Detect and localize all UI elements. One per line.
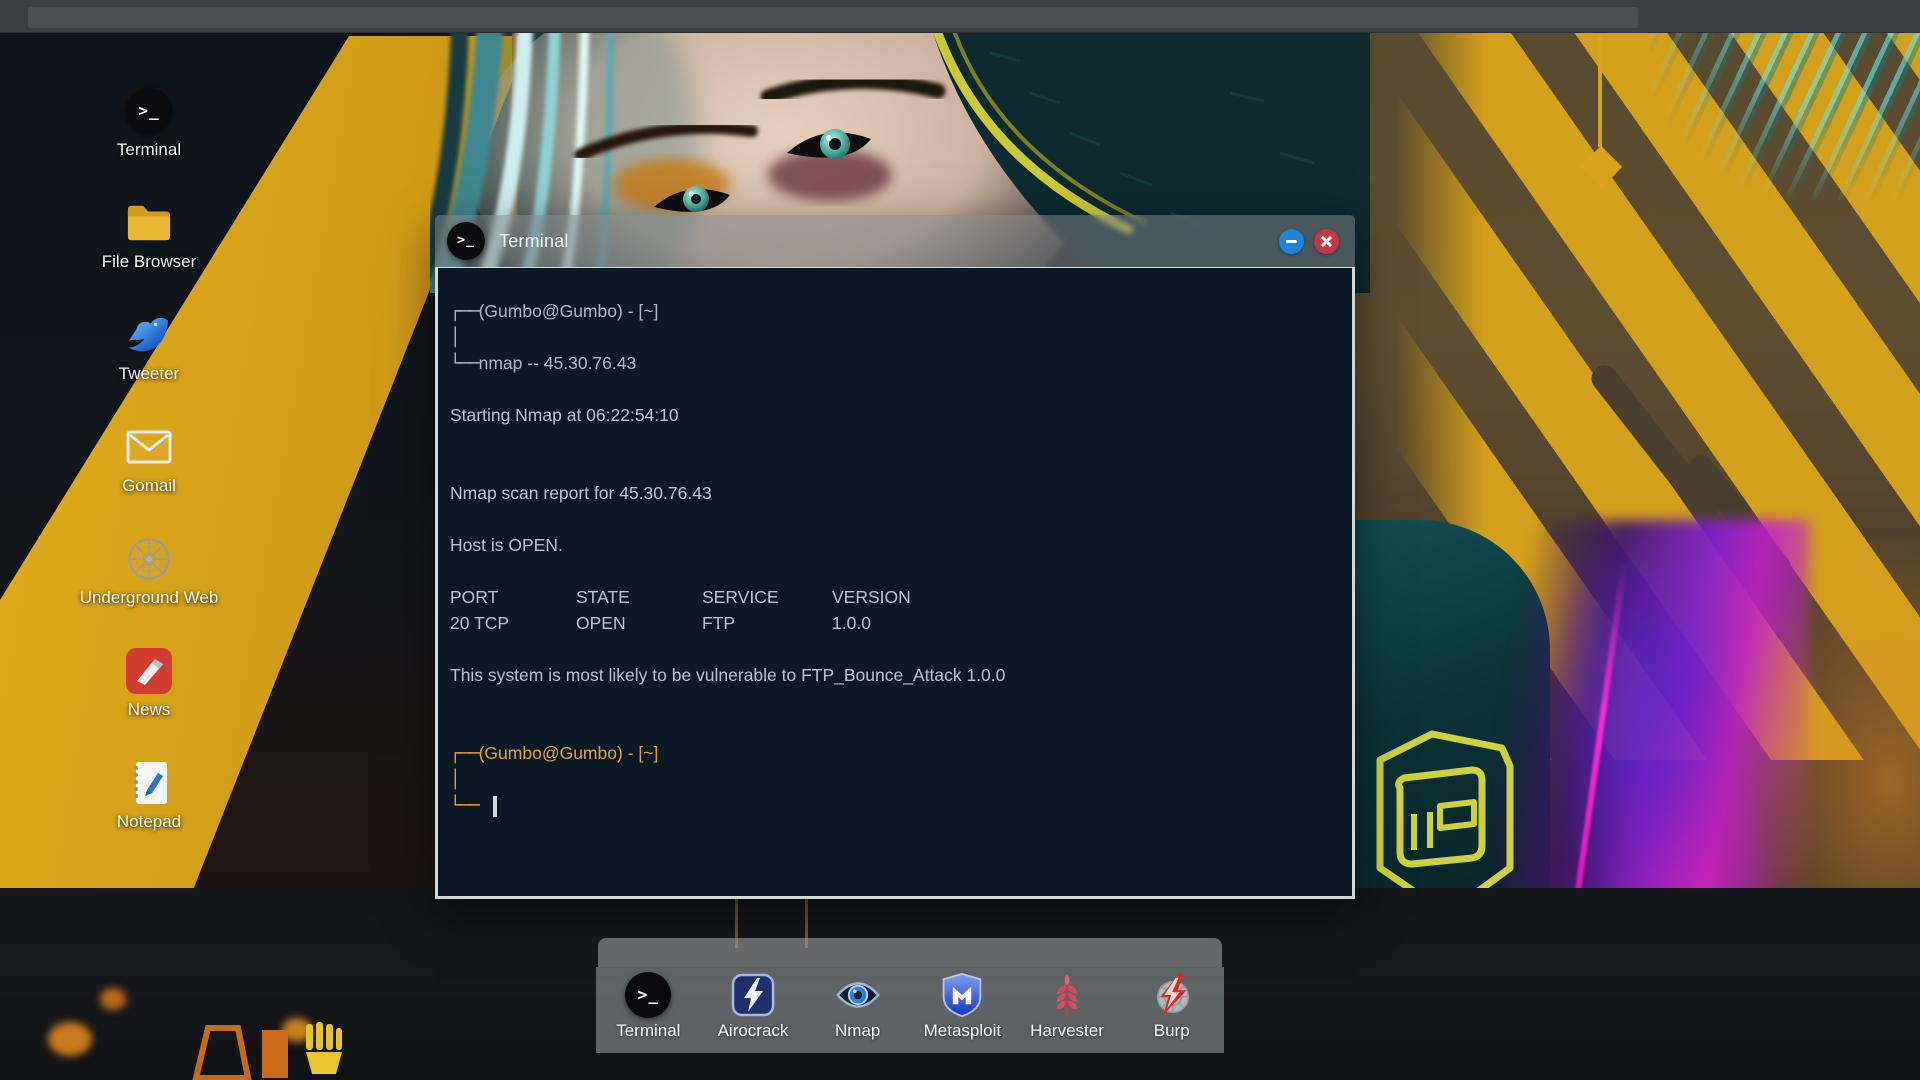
desktop-icon-label: Underground Web [79,588,219,607]
minimize-button[interactable] [1279,228,1304,254]
dock-item-label: Airocrack [717,1021,789,1040]
desktop-icon-column: >_ Terminal File Browser Tweeter Gomail Under… [74,88,224,832]
wallpaper-orange-dot [100,988,126,1010]
close-icon [1321,235,1332,247]
terminal-prompt-line: │ [450,324,1332,350]
close-button[interactable] [1314,228,1339,254]
prompt-box-glyph: ┌── [450,744,480,764]
dock-item-nmap[interactable]: Nmap [805,967,910,1041]
dock-item-label: Metasploit [923,1021,1002,1040]
terminal-table-row: PORT STATE SERVICE VERSION [450,584,1332,610]
desktop-icon-underground-web[interactable]: Underground Web [74,536,224,608]
dock-item-metasploit[interactable]: Metasploit [910,967,1015,1041]
dock-item-harvester[interactable]: Harvester [1015,967,1120,1041]
terminal-prompt-line: │ [450,766,1332,792]
wallpaper-panel-glyphs [192,1022,342,1080]
terminal-table-cell: SERVICE [702,587,779,607]
web-icon [126,536,172,582]
metasploit-icon [939,972,985,1018]
dock-panel: >_ Terminal Airocrack Nmap Metasploit Harvest… [596,967,1224,1053]
terminal-prompt-line: ┌──(Gumbo@Gumbo) - [~] [450,301,659,322]
folder-icon [126,200,172,246]
terminal-prompt-line: └── [450,792,1332,818]
desktop-icon-label: Terminal [116,140,182,159]
desktop-icon-label: Gomail [122,476,176,495]
dock-item-label: Nmap [835,1021,881,1040]
terminal-table-cell: 1.0.0 [832,613,871,633]
dock-item-burp[interactable]: Burp [1119,967,1224,1041]
top-taskbar-inset [28,7,1638,28]
minimize-icon [1286,239,1297,243]
dock-item-airocrack[interactable]: Airocrack [701,967,806,1041]
terminal-table-cell: OPEN [576,613,626,633]
prompt-box-glyph: └── [450,354,480,374]
prompt-box-glyph: │ [450,328,461,348]
terminal-table-cell: PORT [450,587,499,607]
terminal-table-cell: 20 TCP [450,613,510,633]
desktop-icon-terminal[interactable]: >_ Terminal [74,88,224,160]
desktop-icon-gomail[interactable]: Gomail [74,424,224,496]
top-taskbar [0,0,1920,33]
terminal-text-line: Nmap scan report for 45.30.76.43 [450,483,712,503]
news-icon [126,648,172,694]
dock-item-label: Burp [1153,1021,1190,1040]
desktop-icon-news[interactable]: News [74,648,224,720]
terminal-table-row: 20 TCP OPEN FTP 1.0.0 [450,610,1332,636]
terminal-icon: >_ [126,88,172,134]
desktop-icon-label: News [127,700,171,719]
nmap-icon [835,972,881,1018]
dock-item-terminal[interactable]: >_ Terminal [596,967,701,1041]
terminal-output[interactable]: ┌──(Gumbo@Gumbo) - [~] │ └──nmap -- 45.30.… [435,267,1355,899]
prompt-box-glyph: └── [450,796,480,816]
desktop-icon-notepad[interactable]: Notepad [74,760,224,832]
window-controls [1279,228,1339,254]
terminal-window: >_ Terminal ┌──(Gumbo@Gumbo) - [~] │ └──nm… [435,215,1355,899]
prompt-box-glyph: ┌── [450,302,480,322]
desktop-icon-label: Notepad [116,812,182,831]
terminal-text-line: Host is OPEN. [450,535,563,555]
terminal-table-cell: VERSION [832,587,911,607]
desktop-icon-label: Tweeter [118,364,180,383]
application-dock: >_ Terminal Airocrack Nmap Metasploit Harvest… [596,938,1224,1053]
terminal-text-line: Starting Nmap at 06:22:54:10 [450,405,679,425]
bird-icon [126,312,172,358]
wallpaper-plumb-line [1598,35,1602,147]
notepad-icon [126,760,172,806]
dock-item-label: Terminal [616,1021,681,1040]
terminal-icon: >_ [447,222,485,260]
terminal-prompt-line: └──nmap -- 45.30.76.43 [450,353,637,374]
terminal-window-titlebar[interactable]: >_ Terminal [435,215,1355,267]
terminal-table-cell: FTP [702,613,736,633]
burp-icon [1149,972,1195,1018]
desktop-icon-tweeter[interactable]: Tweeter [74,312,224,384]
window-title: Terminal [499,230,569,251]
dock-handle[interactable] [598,938,1222,967]
mail-icon [126,424,172,470]
prompt-box-glyph: │ [450,770,461,790]
terminal-icon: >_ [625,972,672,1018]
airocrack-icon [730,972,776,1018]
dock-item-label: Harvester [1030,1021,1104,1040]
terminal-cursor [492,795,497,817]
terminal-table-cell: STATE [576,587,630,607]
harvester-icon [1044,972,1090,1018]
terminal-prompt-line: ┌──(Gumbo@Gumbo) - [~] [450,743,659,764]
wallpaper-orange-dot [48,1022,92,1056]
desktop-icon-file-browser[interactable]: File Browser [74,200,224,272]
desktop-icon-label: File Browser [101,252,197,271]
terminal-text-line: This system is most likely to be vulnera… [450,665,1006,685]
